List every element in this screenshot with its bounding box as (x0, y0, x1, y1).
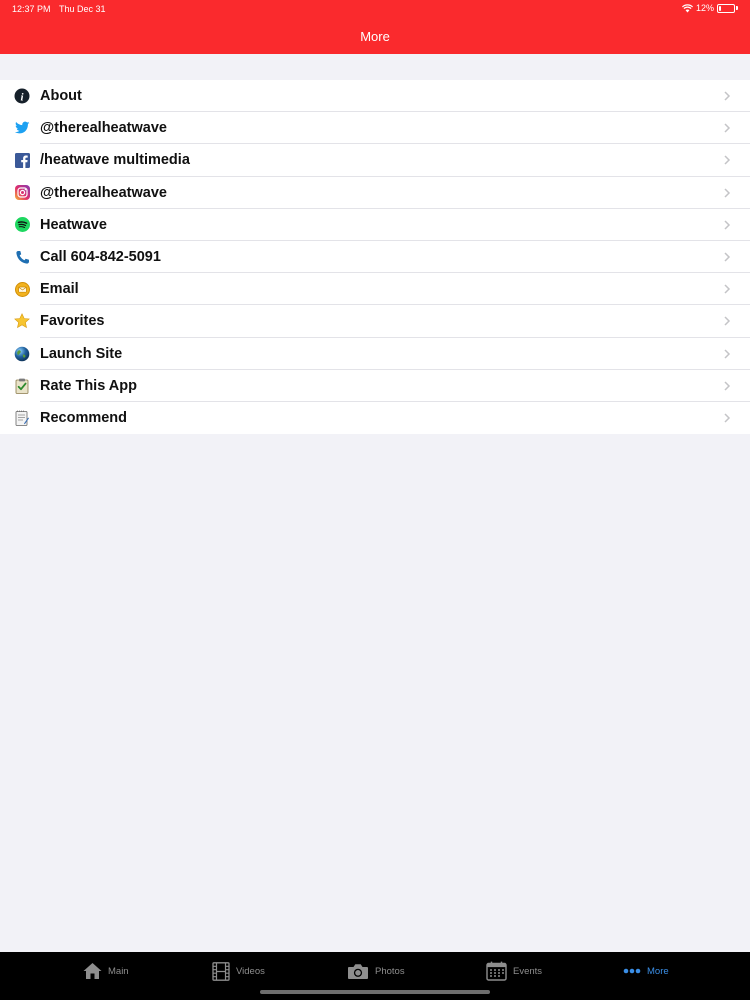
tab-label: Events (513, 965, 543, 977)
phone-icon (14, 249, 30, 265)
list-item-label: /heatwave multimedia (40, 152, 190, 169)
chevron-right-icon (724, 155, 731, 165)
list-item-label: @therealheatwave (40, 184, 167, 201)
list-item-label: Launch Site (40, 345, 123, 362)
tab-photos[interactable]: Photos (347, 960, 405, 982)
info-icon: i (14, 88, 30, 104)
list-item-label: Favorites (40, 313, 105, 330)
list-item-recommend[interactable]: Recommend (0, 402, 750, 434)
twitter-icon (14, 120, 30, 136)
chevron-right-icon (724, 220, 731, 230)
tab-label: More (647, 965, 669, 977)
spotify-icon (14, 217, 30, 233)
chevron-right-icon (724, 91, 731, 101)
tab-events[interactable]: Events (486, 960, 542, 982)
battery-tip (736, 6, 738, 10)
chevron-right-icon (724, 348, 731, 359)
list-item-facebook[interactable]: /heatwave multimedia (0, 144, 750, 177)
email-icon (14, 281, 30, 297)
tab-label: Photos (375, 965, 405, 977)
instagram-icon (14, 185, 30, 201)
chevron-right-icon (724, 381, 731, 391)
list-item-label: @therealheatwave (40, 120, 167, 137)
list-item-label: About (40, 88, 82, 105)
list-item-label: Email (40, 281, 79, 298)
status-time: 12:37 PM (12, 4, 51, 14)
list-item-spotify[interactable]: Heatwave (0, 209, 750, 241)
chevron-right-icon (724, 188, 731, 198)
list-item-about[interactable]: i About (0, 80, 750, 113)
list-item-label: Recommend (40, 409, 128, 426)
home-icon (83, 963, 102, 979)
list-item-rate-app[interactable]: Rate This App (0, 370, 750, 402)
chevron-right-icon (724, 284, 731, 294)
chevron-right-icon (724, 316, 731, 326)
battery-icon (717, 3, 735, 13)
chevron-right-icon (724, 252, 731, 262)
film-icon (212, 961, 230, 981)
list-item-label: Rate This App (40, 377, 137, 394)
status-date: Thu Dec 31 (59, 4, 106, 14)
more-menu-list: i About @therealheatwave /heatwave multi… (0, 80, 750, 435)
camera-icon (348, 963, 368, 979)
tab-more[interactable]: More (623, 960, 669, 982)
wifi-icon (681, 3, 693, 12)
list-item-call[interactable]: Call 604-842-5091 (0, 241, 750, 274)
notepad-icon (14, 410, 30, 426)
battery-fill (719, 5, 721, 11)
star-icon (14, 313, 30, 329)
calendar-icon (486, 961, 507, 981)
chevron-right-icon (724, 123, 731, 133)
status-bar: 12:37 PM Thu Dec 31 12% (0, 0, 750, 18)
list-item-email[interactable]: Email (0, 273, 750, 306)
facebook-icon (14, 152, 30, 168)
list-item-favorites[interactable]: Favorites (0, 305, 750, 338)
list-item-twitter[interactable]: @therealheatwave (0, 112, 750, 145)
clipboard-check-icon (14, 378, 30, 394)
home-indicator[interactable] (260, 990, 490, 994)
list-item-instagram[interactable]: @therealheatwave (0, 177, 750, 209)
globe-icon (14, 346, 30, 362)
more-dots-icon (623, 968, 641, 974)
tab-label: Main (108, 965, 129, 977)
status-indicators: 12% (681, 3, 738, 13)
page-title: More (360, 29, 390, 44)
tab-main[interactable]: Main (83, 960, 129, 982)
tab-label: Videos (236, 965, 265, 977)
navigation-header: 12:37 PM Thu Dec 31 12% More (0, 0, 750, 54)
list-item-label: Call 604-842-5091 (40, 249, 161, 266)
battery-percent: 12% (695, 3, 714, 13)
tab-videos[interactable]: Videos (212, 960, 265, 982)
chevron-right-icon (724, 413, 731, 423)
list-item-label: Heatwave (40, 216, 107, 233)
list-item-launch-site[interactable]: Launch Site (0, 338, 750, 370)
